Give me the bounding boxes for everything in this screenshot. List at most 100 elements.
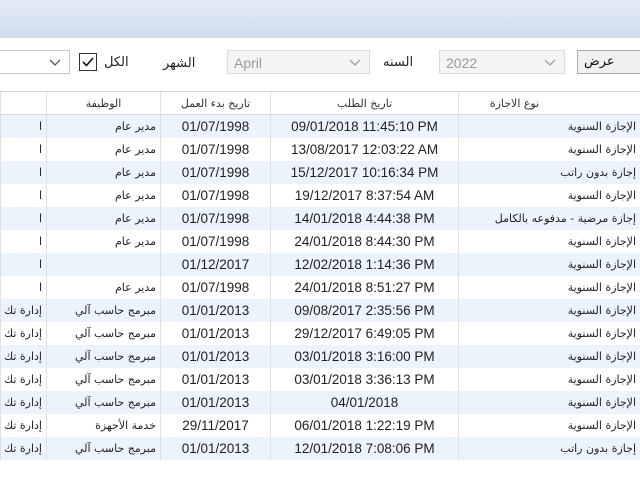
cell-department: إدارة تك [0,322,46,345]
table-row[interactable]: ا مدير عام 01/07/1998 15/12/2017 10:16:34 P… [0,161,640,184]
table-row[interactable]: إدارة تك مبرمج حاسب آلي 01/01/2013 04/01/20… [0,391,640,414]
cell-request-date: 24/01/2018 8:44:30 PM [270,230,458,253]
cell-department: ا [0,230,46,253]
cell-job: مبرمج حاسب آلي [46,368,160,391]
cell-request-date: 03/01/2018 3:16:00 PM [270,345,458,368]
chevron-down-icon [49,54,61,68]
cell-start-date: 01/07/1998 [160,184,270,207]
cell-department: ا [0,184,46,207]
cell-request-date: 09/08/2017 2:35:56 PM [270,299,458,322]
cell-request-date: 03/01/2018 3:36:13 PM [270,368,458,391]
cell-department: إدارة تك [0,299,46,322]
filter-toolbar: الكل الشهر April السنه 2022 عرض [0,38,640,91]
cell-department: إدارة تك [0,368,46,391]
checkmark-icon [82,57,94,67]
cell-request-date: 06/01/2018 1:22:19 PM [270,414,458,437]
cell-job: مبرمج حاسب آلي [46,322,160,345]
cell-job: مبرمج حاسب آلي [46,391,160,414]
cell-department: ا [0,115,46,138]
cell-department: ا [0,138,46,161]
cell-start-date: 01/07/1998 [160,138,270,161]
show-button-label: عرض [584,54,615,69]
table-row[interactable]: ا مدير عام 01/07/1998 24/01/2018 8:44:30 PM… [0,230,640,253]
cell-leave-type: الإجازة السنوية [458,115,640,138]
table-row[interactable]: إدارة تك مبرمج حاسب آلي 01/01/2013 03/01/20… [0,345,640,368]
header-department[interactable] [0,92,46,114]
leave-requests-grid: الوظيفة تاريخ بدء العمل تاريخ الطلب نوع … [0,91,640,480]
month-combo[interactable]: April [227,50,370,74]
cell-department: إدارة تك [0,345,46,368]
cell-job: مدير عام [46,161,160,184]
cell-job: مبرمج حاسب آلي [46,345,160,368]
cell-request-date: 29/12/2017 6:49:05 PM [270,322,458,345]
cell-request-date: 04/01/2018 [270,391,458,414]
cell-start-date: 01/01/2013 [160,345,270,368]
cell-request-date: 12/01/2018 7:08:06 PM [270,437,458,460]
cell-leave-type: الإجازة السنوية [458,230,640,253]
cell-department: ا [0,207,46,230]
cell-start-date: 01/01/2013 [160,437,270,460]
table-row[interactable]: إدارة تك مبرمج حاسب آلي 01/01/2013 29/12/20… [0,322,640,345]
cell-job: مبرمج حاسب آلي [46,299,160,322]
department-combo[interactable] [0,50,70,74]
cell-job [46,253,160,276]
header-leave-type[interactable]: نوع الاجازة [458,92,640,114]
cell-request-date: 24/01/2018 8:51:27 PM [270,276,458,299]
table-row[interactable]: إدارة تك مبرمج حاسب آلي 01/01/2013 12/01/20… [0,437,640,460]
header-start-date[interactable]: تاريخ بدء العمل [160,92,270,114]
cell-department: ا [0,161,46,184]
table-row[interactable]: ا مدير عام 01/07/1998 09/01/2018 11:45:10 P… [0,115,640,138]
cell-leave-type: الإجازة السنوية [458,414,640,437]
all-checkbox[interactable] [79,53,97,71]
cell-start-date: 01/01/2013 [160,322,270,345]
cell-job: مبرمج حاسب آلي [46,437,160,460]
header-job[interactable]: الوظيفة [46,92,160,114]
cell-job: مدير عام [46,184,160,207]
cell-leave-type: الإجازة السنوية [458,276,640,299]
cell-start-date: 01/01/2013 [160,368,270,391]
cell-start-date: 01/01/2013 [160,391,270,414]
table-row[interactable]: إدارة تك خدمة الأجهزة 29/11/2017 06/01/2018… [0,414,640,437]
table-row[interactable]: ا 01/12/2017 12/02/2018 1:14:36 PM الإجازة … [0,253,640,276]
table-row[interactable]: إدارة تك مبرمج حاسب آلي 01/01/2013 03/01/20… [0,368,640,391]
cell-request-date: 12/02/2018 1:14:36 PM [270,253,458,276]
cell-job: مدير عام [46,230,160,253]
cell-start-date: 01/01/2013 [160,299,270,322]
table-row[interactable]: ا مدير عام 01/07/1998 19/12/2017 8:37:54 AM… [0,184,640,207]
grid-header-row: الوظيفة تاريخ بدء العمل تاريخ الطلب نوع … [0,91,640,115]
cell-leave-type: الإجازة السنوية [458,368,640,391]
month-label: الشهر [163,56,196,71]
header-request-date[interactable]: تاريخ الطلب [270,92,458,114]
cell-request-date: 19/12/2017 8:37:54 AM [270,184,458,207]
table-row[interactable]: ا مدير عام 01/07/1998 13/08/2017 12:03:22 A… [0,138,640,161]
cell-start-date: 01/07/1998 [160,115,270,138]
show-button[interactable]: عرض [577,50,640,74]
chevron-down-icon [544,54,556,68]
cell-department: إدارة تك [0,391,46,414]
cell-department: ا [0,276,46,299]
cell-leave-type: الإجازة السنوية [458,391,640,414]
month-value: April [234,55,263,71]
all-label: الكل [104,55,129,70]
cell-leave-type: الإجازة السنوية [458,253,640,276]
cell-request-date: 09/01/2018 11:45:10 PM [270,115,458,138]
table-row[interactable]: ا مدير عام 01/07/1998 14/01/2018 4:44:38 PM… [0,207,640,230]
cell-department: إدارة تك [0,414,46,437]
cell-start-date: 01/07/1998 [160,230,270,253]
cell-leave-type: إجازة بدون راتب [458,161,640,184]
cell-job: مدير عام [46,207,160,230]
table-row[interactable]: ا مدير عام 01/07/1998 24/01/2018 8:51:27 PM… [0,276,640,299]
cell-department: إدارة تك [0,437,46,460]
cell-job: مدير عام [46,115,160,138]
year-combo[interactable]: 2022 [439,50,565,74]
year-value: 2022 [446,55,478,71]
table-row[interactable]: إدارة تك مبرمج حاسب آلي 01/01/2013 09/08/20… [0,299,640,322]
cell-request-date: 15/12/2017 10:16:34 PM [270,161,458,184]
window-titlebar [0,0,640,38]
cell-job: مدير عام [46,138,160,161]
cell-leave-type: إجازة مرضية - مدفوعه بالكامل [458,207,640,230]
year-label: السنه [383,55,414,70]
cell-leave-type: إجازة بدون راتب [458,437,640,460]
cell-leave-type: الإجازة السنوية [458,322,640,345]
cell-leave-type: الإجازة السنوية [458,138,640,161]
